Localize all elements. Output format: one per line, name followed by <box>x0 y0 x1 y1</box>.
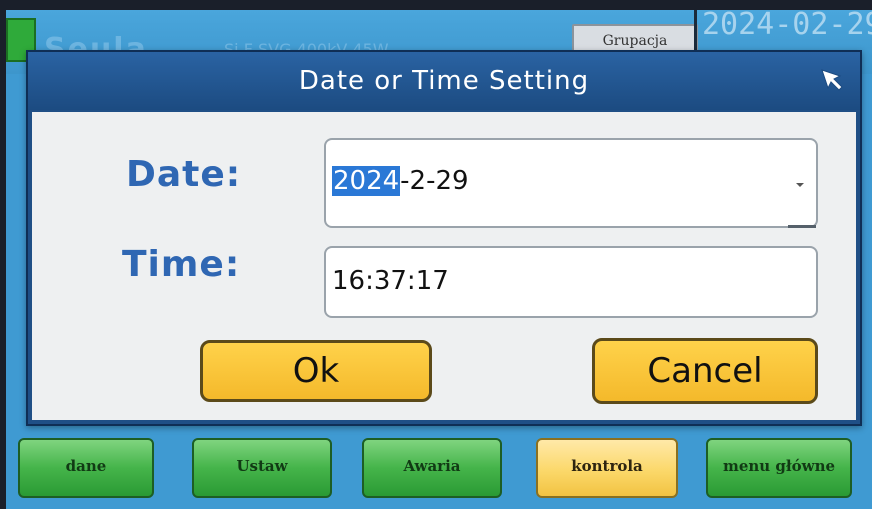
nav-kontrola-button[interactable]: kontrola <box>536 438 678 498</box>
field-underline <box>788 225 816 228</box>
date-year-selected: 2024 <box>332 166 401 196</box>
chevron-down-icon[interactable] <box>794 178 806 190</box>
date-time-dialog: Date or Time Setting Date: 2024-2-29 Tim… <box>26 50 862 426</box>
date-value: 2024-2-29 <box>332 166 469 196</box>
cancel-button[interactable]: Cancel <box>592 338 818 404</box>
ok-button[interactable]: Ok <box>200 340 432 402</box>
dialog-body: Date: 2024-2-29 Time: 16:37:17 Ok Cancel <box>32 112 856 420</box>
date-field[interactable]: 2024-2-29 <box>324 138 818 228</box>
nav-ustaw-button[interactable]: Ustaw <box>192 438 332 498</box>
dialog-title: Date or Time Setting <box>298 66 590 96</box>
header-datetime: 2024-02-29 <box>702 10 872 42</box>
nav-main-menu-button[interactable]: menu główne <box>706 438 852 498</box>
time-label: Time: <box>122 244 241 285</box>
nav-dane-button[interactable]: dane <box>18 438 154 498</box>
screen: Seula Si F SVG 400kV 45W Grupacja 2024-0… <box>6 10 872 509</box>
time-field[interactable]: 16:37:17 <box>324 246 818 318</box>
date-label: Date: <box>126 154 242 195</box>
nav-awaria-button[interactable]: Awaria <box>362 438 502 498</box>
date-month-day: -2-29 <box>400 166 469 196</box>
close-arrow-icon[interactable] <box>818 66 846 94</box>
time-value: 16:37:17 <box>332 266 449 296</box>
